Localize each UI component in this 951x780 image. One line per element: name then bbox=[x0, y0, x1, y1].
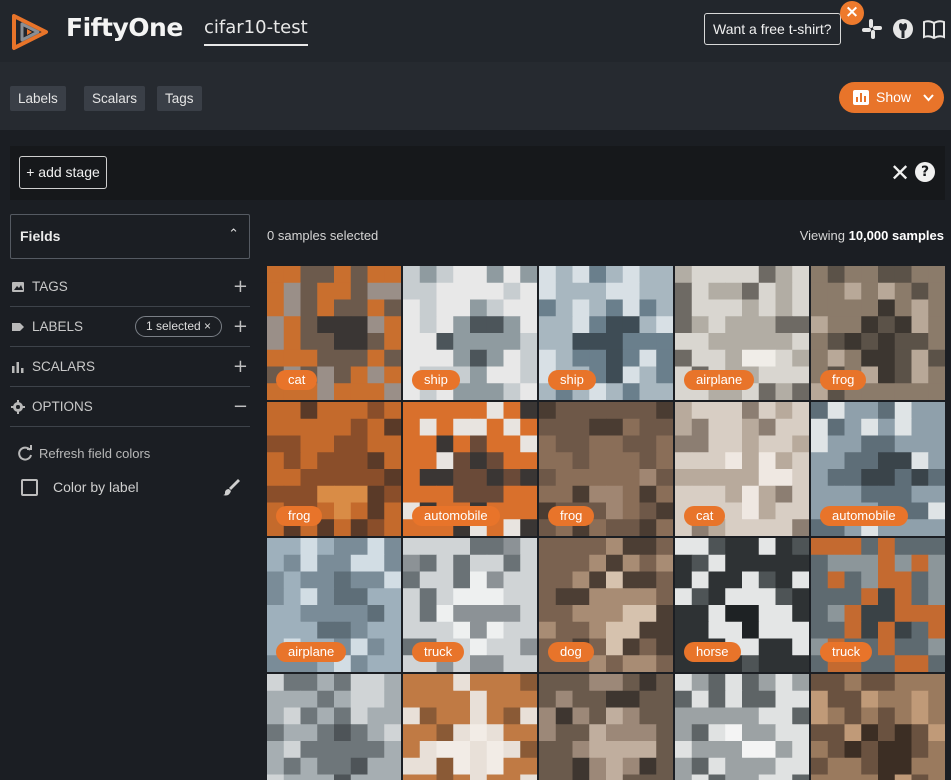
sample-label-tag: airplane bbox=[684, 370, 755, 390]
add-stage-button[interactable]: + add stage bbox=[19, 156, 107, 189]
viewing-count: 10,000 samples bbox=[848, 228, 944, 243]
sample-thumbnail[interactable] bbox=[811, 674, 945, 780]
sample-image bbox=[403, 674, 537, 780]
sample-thumbnail[interactable]: ship bbox=[539, 266, 673, 400]
tab-scalars[interactable]: Scalars bbox=[84, 86, 146, 111]
sample-grid: cat ship ship airplane frog frog automobile fro… bbox=[267, 266, 951, 780]
chevron-up-icon[interactable]: ⌃ bbox=[228, 227, 239, 242]
sidebar-group-scalars[interactable]: SCALARS + bbox=[10, 347, 250, 387]
sample-thumbnail[interactable]: frog bbox=[811, 266, 945, 400]
sample-label-tag: dog bbox=[548, 642, 594, 662]
paintbrush-icon[interactable] bbox=[221, 477, 241, 497]
sample-thumbnail[interactable]: ship bbox=[403, 266, 537, 400]
sidebar-group-label: SCALARS bbox=[32, 359, 96, 374]
viewing-count-text: Viewing 10,000 samples bbox=[800, 228, 944, 243]
sample-label-tag: ship bbox=[412, 370, 460, 390]
sample-thumbnail[interactable]: automobile bbox=[811, 402, 945, 536]
slack-icon[interactable] bbox=[861, 18, 883, 40]
add-tags-icon[interactable]: + bbox=[233, 276, 248, 297]
sample-label-tag: frog bbox=[820, 370, 867, 390]
sample-thumbnail[interactable]: truck bbox=[403, 538, 537, 672]
sample-label-tag: automobile bbox=[820, 506, 908, 526]
gear-icon bbox=[11, 400, 25, 414]
docs-book-icon[interactable] bbox=[922, 18, 946, 40]
sample-thumbnail[interactable]: automobile bbox=[403, 402, 537, 536]
add-labels-icon[interactable]: + bbox=[233, 316, 248, 337]
sample-label-tag: automobile bbox=[412, 506, 500, 526]
sidebar-group-options[interactable]: OPTIONS − bbox=[10, 387, 250, 427]
show-button-label: Show bbox=[876, 89, 912, 105]
sample-thumbnail[interactable]: truck bbox=[811, 538, 945, 672]
sample-thumbnail[interactable] bbox=[539, 674, 673, 780]
bar-chart-icon bbox=[12, 362, 24, 373]
tab-labels[interactable]: Labels bbox=[10, 86, 66, 111]
sample-thumbnail[interactable] bbox=[267, 674, 401, 780]
color-by-label-checkbox[interactable] bbox=[21, 479, 38, 496]
fields-header[interactable]: Fields ⌃ bbox=[10, 214, 250, 259]
sample-label-tag: truck bbox=[820, 642, 873, 662]
image-tag-icon bbox=[12, 282, 24, 292]
fields-title: Fields bbox=[20, 228, 61, 244]
sample-label-tag: frog bbox=[276, 506, 323, 526]
sample-image bbox=[267, 674, 401, 780]
color-by-label-text: Color by label bbox=[53, 479, 139, 495]
sample-label-tag: cat bbox=[684, 506, 726, 526]
tab-tags[interactable]: Tags bbox=[157, 86, 202, 111]
brand-name: FiftyOne bbox=[66, 13, 183, 42]
sidebar-group-label: TAGS bbox=[32, 279, 68, 294]
add-scalars-icon[interactable]: + bbox=[233, 356, 248, 377]
sample-thumbnail[interactable] bbox=[403, 674, 537, 780]
sidebar-group-labels[interactable]: LABELS 1 selected × + bbox=[10, 307, 250, 347]
sample-label-tag: airplane bbox=[276, 642, 347, 662]
sample-thumbnail[interactable] bbox=[675, 674, 809, 780]
sample-image bbox=[539, 674, 673, 780]
label-tag-icon bbox=[12, 323, 24, 331]
sample-image bbox=[811, 674, 945, 780]
sample-label-tag: ship bbox=[548, 370, 596, 390]
fiftyone-logo-icon[interactable] bbox=[10, 12, 50, 52]
sample-thumbnail[interactable]: cat bbox=[267, 266, 401, 400]
sample-label-tag: cat bbox=[276, 370, 318, 390]
clear-stages-icon[interactable]: ✕ bbox=[890, 161, 910, 185]
sample-label-tag: horse bbox=[684, 642, 741, 662]
sample-thumbnail[interactable]: airplane bbox=[267, 538, 401, 672]
chevron-down-icon bbox=[923, 94, 934, 102]
free-tshirt-button[interactable]: Want a free t-shirt? bbox=[704, 13, 841, 45]
refresh-label: Refresh field colors bbox=[39, 446, 151, 461]
sample-image bbox=[675, 674, 809, 780]
help-icon[interactable]: ? bbox=[915, 162, 935, 182]
show-button[interactable]: Show bbox=[839, 82, 944, 113]
selected-labels-pill[interactable]: 1 selected × bbox=[135, 316, 223, 337]
sidebar-group-label: LABELS bbox=[32, 319, 84, 334]
sample-label-tag: truck bbox=[412, 642, 465, 662]
dataset-selector[interactable]: cifar10-test bbox=[204, 17, 308, 46]
bar-chart-icon bbox=[853, 90, 869, 105]
sample-thumbnail[interactable]: frog bbox=[267, 402, 401, 536]
sidebar-group-label: OPTIONS bbox=[32, 399, 93, 414]
samples-selected-text: 0 samples selected bbox=[267, 228, 379, 243]
sample-thumbnail[interactable]: frog bbox=[539, 402, 673, 536]
view-stage-bar bbox=[10, 146, 945, 200]
sample-thumbnail[interactable]: airplane bbox=[675, 266, 809, 400]
refresh-icon bbox=[18, 445, 32, 461]
sample-thumbnail[interactable]: cat bbox=[675, 402, 809, 536]
sidebar-group-tags[interactable]: TAGS + bbox=[10, 267, 250, 307]
sample-label-tag: frog bbox=[548, 506, 595, 526]
collapse-options-icon[interactable]: − bbox=[233, 396, 248, 417]
github-icon[interactable] bbox=[892, 18, 914, 40]
sample-thumbnail[interactable]: dog bbox=[539, 538, 673, 672]
sample-thumbnail[interactable]: horse bbox=[675, 538, 809, 672]
viewing-prefix: Viewing bbox=[799, 228, 849, 243]
